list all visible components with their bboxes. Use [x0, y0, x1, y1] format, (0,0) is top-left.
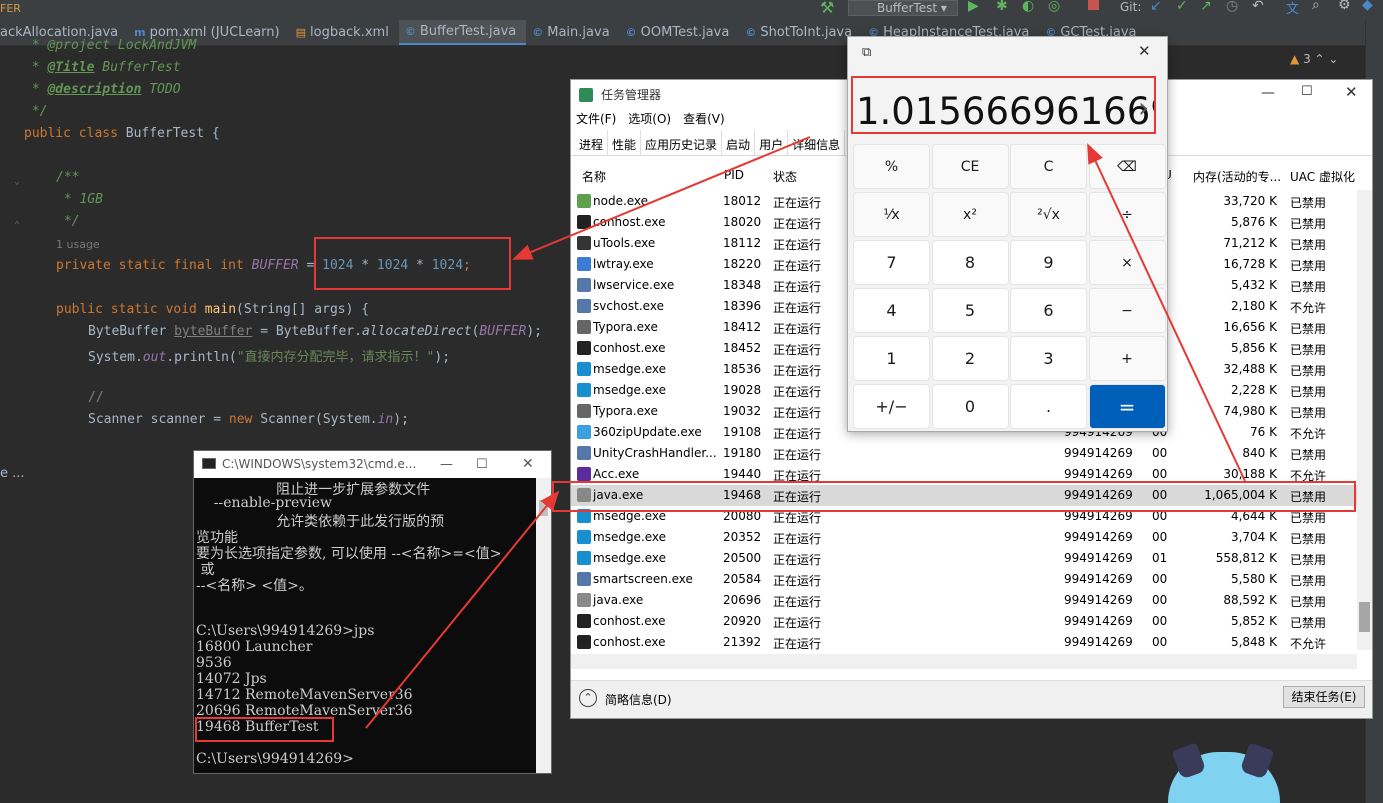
arrow-to-calc [1087, 143, 1246, 482]
mascot-image [1168, 742, 1280, 803]
arrow-to-java-row [365, 490, 560, 729]
arrow-to-buffer [512, 136, 811, 260]
annotation-arrows [365, 136, 1246, 729]
